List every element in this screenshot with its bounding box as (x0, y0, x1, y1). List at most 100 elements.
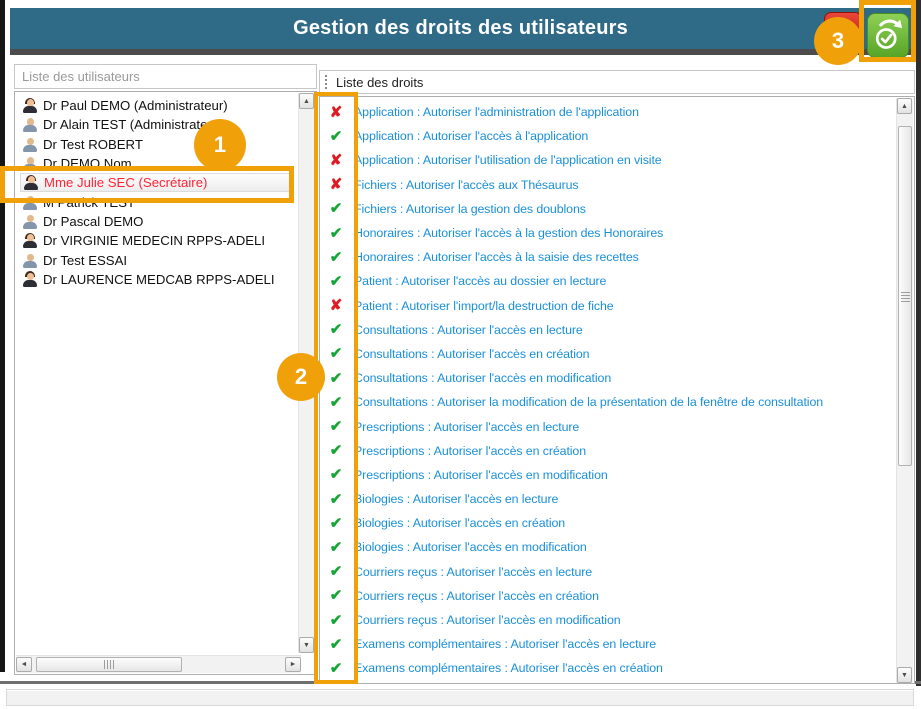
right-label: Biologies : Autoriser l'accès en lecture (354, 492, 558, 506)
right-label: Application : Autoriser l'utilisation de… (354, 153, 662, 167)
window-frame: Gestion des droits des utilisateurs List… (0, 0, 921, 709)
right-row[interactable]: ✔ Consultations : Autoriser l'accès en l… (327, 318, 894, 342)
rights-list-box: ✘ Application : Autoriser l'administrati… (319, 96, 915, 684)
annotation-circle-1: 1 (194, 119, 246, 171)
right-row[interactable]: ✔ Prescriptions : Autoriser l'accès en m… (327, 463, 894, 487)
annotation-number: 1 (214, 132, 226, 158)
right-label: Courriers reçus : Autoriser l'accès en c… (354, 589, 599, 603)
scroll-down-button[interactable]: ▼ (897, 667, 912, 683)
window-edge-right (916, 0, 921, 686)
scroll-up-button[interactable]: ▲ (299, 93, 314, 109)
user-label: Dr Test ESSAI (43, 253, 127, 268)
right-label: Patient : Autoriser l'import/la destruct… (354, 299, 614, 313)
arrow-left-icon: ◄ (21, 661, 28, 668)
right-label: Courriers reçus : Autoriser l'accès en l… (354, 565, 592, 579)
right-label: Consultations : Autoriser la modificatio… (354, 395, 823, 409)
user-row[interactable]: Dr Paul DEMO (Administrateur) (20, 96, 296, 115)
thumb-grip-icon (104, 660, 115, 669)
right-row[interactable]: ✘ Application : Autoriser l'administrati… (327, 100, 894, 124)
window-edge-left (0, 0, 5, 672)
right-row[interactable]: ✔ Honoraires : Autoriser l'accès à la sa… (327, 245, 894, 269)
users-panel-title: Liste des utilisateurs (22, 69, 140, 84)
right-row[interactable]: ✔ Consultations : Autoriser l'accès en m… (327, 366, 894, 390)
rights-list: ✘ Application : Autoriser l'administrati… (320, 97, 894, 683)
right-label: Application : Autoriser l'accès à l'appl… (354, 129, 588, 143)
scroll-down-button[interactable]: ▼ (299, 637, 314, 653)
page-title: Gestion des droits des utilisateurs (293, 17, 628, 40)
right-row[interactable]: ✔ Examens complémentaires : Autoriser l'… (327, 656, 894, 680)
right-label: Consultations : Autoriser l'accès en cré… (354, 347, 589, 361)
right-row[interactable]: ✔ Consultations : Autoriser la modificat… (327, 390, 894, 414)
annotation-number: 2 (295, 364, 307, 390)
right-row[interactable]: ✔ Consultations : Autoriser l'accès en c… (327, 342, 894, 366)
arrow-up-icon: ▲ (901, 103, 908, 110)
vscroll-thumb[interactable] (898, 126, 912, 466)
scroll-left-button[interactable]: ◄ (16, 657, 32, 672)
user-avatar-icon (22, 233, 38, 249)
user-row[interactable]: Dr LAURENCE MEDCAB RPPS-ADELI (20, 270, 296, 289)
right-row[interactable]: ✔ Biologies : Autoriser l'accès en modif… (327, 535, 894, 559)
right-label: Examens complémentaires : Autoriser l'ac… (354, 661, 663, 675)
annotation-box-selected-user (0, 166, 294, 203)
annotation-circle-3: 3 (814, 17, 862, 65)
right-label: Courriers reçus : Autoriser l'accès en m… (354, 613, 621, 627)
annotation-box-validate-button (859, 0, 916, 62)
right-label: Patient : Autoriser l'accès au dossier e… (354, 274, 606, 288)
user-label: Dr VIRGINIE MEDECIN RPPS-ADELI (43, 233, 265, 248)
right-row[interactable]: ✔ Application : Autoriser l'accès à l'ap… (327, 124, 894, 148)
right-row[interactable]: ✔ Courriers reçus : Autoriser l'accès en… (327, 560, 894, 584)
user-label: Dr Test ROBERT (43, 137, 143, 152)
rights-panel-header: Liste des droits (319, 70, 915, 94)
right-label: Examens complémentaires : Autoriser l'ac… (354, 637, 656, 651)
right-label: Consultations : Autoriser l'accès en mod… (354, 371, 611, 385)
right-label: Fichiers : Autoriser l'accès aux Thésaur… (354, 178, 579, 192)
right-row[interactable]: ✔ Prescriptions : Autoriser l'accès en l… (327, 414, 894, 438)
right-row[interactable]: ✔ Examens complémentaires : Autoriser l'… (327, 632, 894, 656)
right-row[interactable]: ✘ Patient : Autoriser l'import/la destru… (327, 294, 894, 318)
right-row[interactable]: ✔ Biologies : Autoriser l'accès en créat… (327, 511, 894, 535)
right-row[interactable]: ✔ Courriers reçus : Autoriser l'accès en… (327, 584, 894, 608)
users-panel-header: Liste des utilisateurs (14, 64, 317, 89)
arrow-down-icon: ▼ (901, 672, 908, 679)
thumb-grip-icon (901, 291, 910, 302)
rights-panel-title: Liste des droits (336, 75, 423, 90)
right-row[interactable]: ✘ Fichiers : Autoriser l'accès aux Thésa… (327, 173, 894, 197)
scroll-up-button[interactable]: ▲ (897, 98, 912, 114)
annotation-number: 3 (832, 28, 844, 54)
user-avatar-icon (22, 252, 38, 268)
scroll-right-button[interactable]: ► (285, 657, 301, 672)
user-avatar-icon (22, 117, 38, 133)
user-avatar-icon (22, 271, 38, 287)
right-label: Consultations : Autoriser l'accès en lec… (354, 323, 583, 337)
user-label: Dr Paul DEMO (Administrateur) (43, 98, 228, 113)
right-row[interactable]: ✔ Prescriptions : Autoriser l'accès en c… (327, 439, 894, 463)
annotation-circle-2: 2 (277, 353, 325, 401)
right-label: Biologies : Autoriser l'accès en modific… (354, 540, 587, 554)
user-row[interactable]: Dr Test ROBERT (20, 135, 296, 154)
right-label: Biologies : Autoriser l'accès en créatio… (354, 516, 565, 530)
user-avatar-icon (22, 213, 38, 229)
right-row[interactable]: ✔ Patient : Autoriser l'accès au dossier… (327, 269, 894, 293)
right-label: Honoraires : Autoriser l'accès à la gest… (354, 226, 663, 240)
arrow-up-icon: ▲ (303, 98, 310, 105)
right-row[interactable]: ✔ Fichiers : Autoriser la gestion des do… (327, 197, 894, 221)
right-label: Prescriptions : Autoriser l'accès en mod… (354, 468, 608, 482)
right-row[interactable]: ✔ Honoraires : Autoriser l'accès à la ge… (327, 221, 894, 245)
hscroll-thumb[interactable] (36, 657, 182, 672)
arrow-right-icon: ► (290, 661, 297, 668)
right-row[interactable]: ✔ Biologies : Autoriser l'accès en lectu… (327, 487, 894, 511)
user-label: Dr Pascal DEMO (43, 214, 143, 229)
user-row[interactable]: Dr Test ESSAI (20, 250, 296, 269)
right-row[interactable]: ✔ Courriers reçus : Autoriser l'accès en… (327, 608, 894, 632)
users-hscrollbar[interactable]: ◄ ► (16, 655, 301, 673)
user-row[interactable]: Dr Alain TEST (Administrateur) (20, 115, 296, 134)
rights-vscrollbar[interactable]: ▲ ▼ (896, 98, 913, 683)
title-bar: Gestion des droits des utilisateurs (10, 8, 911, 55)
user-row[interactable]: Dr Pascal DEMO (20, 212, 296, 231)
right-label: Prescriptions : Autoriser l'accès en cré… (354, 444, 586, 458)
right-row[interactable]: ✘ Application : Autoriser l'utilisation … (327, 148, 894, 172)
right-label: Prescriptions : Autoriser l'accès en lec… (354, 420, 579, 434)
user-row[interactable]: Dr VIRGINIE MEDECIN RPPS-ADELI (20, 231, 296, 250)
arrow-down-icon: ▼ (303, 642, 310, 649)
user-label: Dr LAURENCE MEDCAB RPPS-ADELI (43, 272, 275, 287)
